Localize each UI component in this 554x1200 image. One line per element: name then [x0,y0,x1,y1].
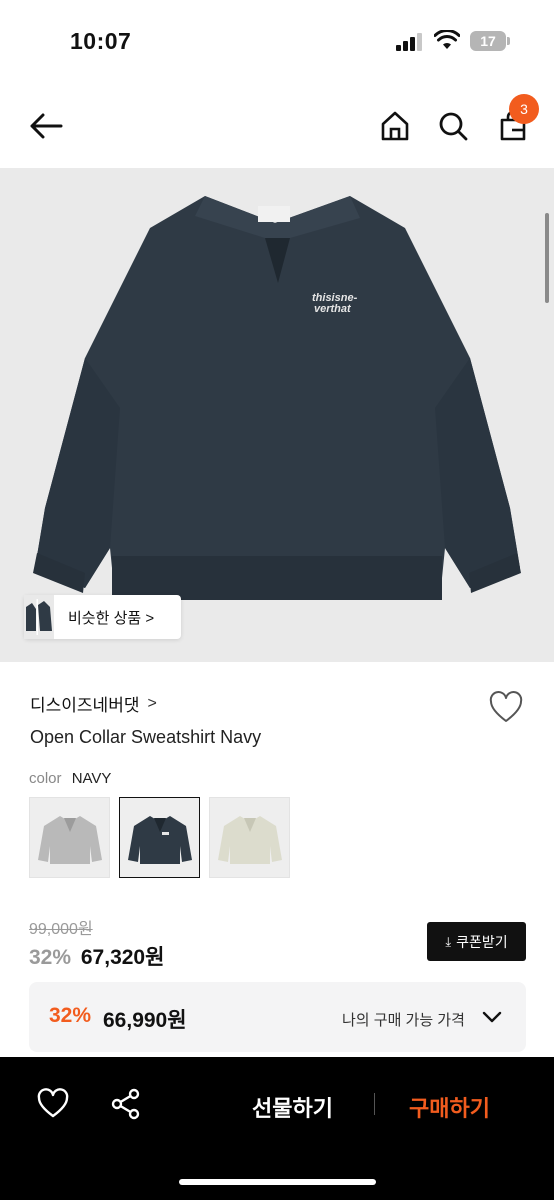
image-scrollbar[interactable] [545,213,549,303]
price-row: 32% 67,320원 [29,941,164,971]
bottom-wishlist-button[interactable] [36,1087,70,1121]
download-icon: ⤓ [445,933,452,949]
back-button[interactable] [26,106,66,146]
buy-button[interactable]: 구매하기 [409,1091,490,1123]
my-price-label: 나의 구매 가능 가격 [342,1012,465,1029]
battery-tip [507,37,510,45]
divider [374,1093,375,1115]
home-icon [381,111,409,141]
product-image[interactable]: thisisne- verthat [0,168,554,662]
nav-bar [0,82,554,168]
sale-price: 67,320원 [80,946,165,969]
sweatshirt-image: thisisne- verthat [33,196,521,600]
battery-icon: 17 [470,31,506,51]
color-swatch-navy[interactable] [119,797,200,878]
original-price: 99,000원 [29,921,93,938]
back-arrow-icon [30,113,63,139]
share-icon [111,1088,140,1120]
cart-count-badge: 3 [509,94,539,124]
search-icon [439,112,468,141]
brand-link[interactable]: 디스이즈네버댓 > [30,691,157,716]
color-row: color NAVY [29,770,111,787]
search-button[interactable] [433,106,473,146]
my-price: 66,990원 [103,1009,187,1032]
heart-icon [37,1088,69,1118]
wishlist-button[interactable] [488,690,524,726]
color-value: NAVY [71,770,112,787]
svg-text:verthat: verthat [314,303,352,315]
discount-rate: 32% [29,946,72,969]
status-bar: 10:07 17 [0,0,554,82]
signal-icon [396,33,422,51]
product-name: Open Collar Sweatshirt Navy [30,727,262,747]
heart-icon [489,691,523,722]
coupon-button[interactable]: ⤓ 쿠폰받기 [427,922,526,961]
similar-products-label: 비슷한 상품 > [68,609,155,627]
wifi-icon [433,29,461,50]
coupon-label: 쿠폰받기 [456,933,508,950]
color-swatch-cream[interactable] [209,797,290,878]
share-button[interactable] [109,1087,143,1121]
chevron-down-icon [482,1011,502,1023]
brand-name: 디스이즈네버댓 [30,696,140,715]
home-indicator[interactable] [179,1179,376,1185]
home-button[interactable] [375,106,415,146]
my-price-dropdown[interactable]: 32% 66,990원 나의 구매 가능 가격 [29,982,526,1052]
similar-products-button[interactable]: 비슷한 상품 > [24,595,181,639]
bottom-action-bar: 선물하기 구매하기 [0,1057,554,1200]
similar-products-thumbnails [24,595,54,639]
color-label: color [29,770,62,787]
chevron-right-icon: > [147,694,157,712]
gift-button[interactable]: 선물하기 [252,1091,333,1123]
status-time: 10:07 [70,28,132,54]
color-swatch-grey[interactable] [29,797,110,878]
my-discount-rate: 32% [49,1004,92,1027]
